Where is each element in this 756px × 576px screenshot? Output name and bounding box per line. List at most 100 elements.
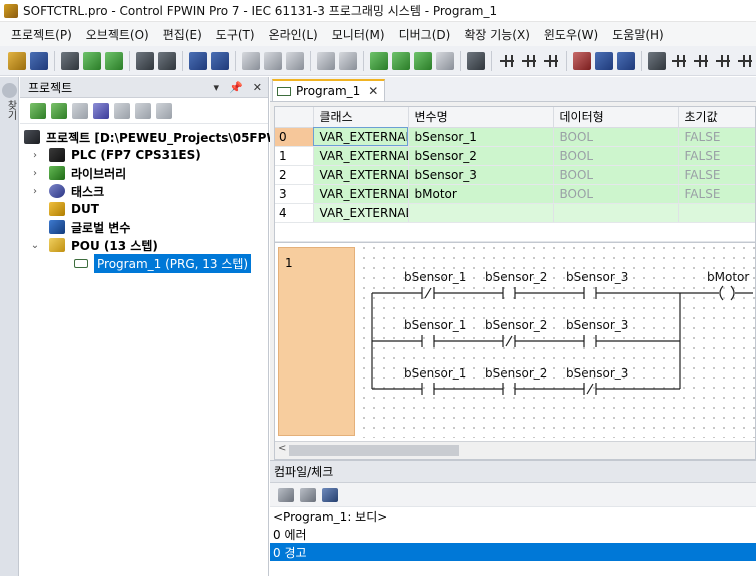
cell-datatype[interactable]: BOOL [553,146,679,166]
debug-icon[interactable] [467,51,485,70]
ladder-horizontal-scrollbar[interactable]: < [275,441,755,459]
cut-icon[interactable] [242,51,260,70]
tree-item-dut[interactable]: DUT [20,200,268,218]
contact-label[interactable]: bSensor_1 [404,318,466,332]
cell-name[interactable] [408,203,554,223]
tree-item-program-1[interactable]: Program_1 (PRG, 13 스텝) [20,253,268,273]
menu-window[interactable]: 윈도우(W) [537,26,605,43]
build-icon[interactable] [83,51,101,70]
cell-class[interactable]: VAR_EXTERNAL [313,184,409,204]
paste-icon[interactable] [286,51,304,70]
compile-icon[interactable] [61,51,79,70]
undo-icon[interactable] [317,51,335,70]
pin-icon[interactable] [2,83,17,98]
contact-label[interactable]: bSensor_1 [404,270,466,284]
open-folder-icon[interactable] [8,51,26,70]
cell-name[interactable]: bMotor [408,184,554,204]
cell-initial[interactable]: FALSE [678,184,755,204]
online-icon[interactable] [370,51,388,70]
cell-class[interactable]: VAR_EXTERNAL [313,165,409,185]
print-preview-icon[interactable] [136,51,154,70]
previous-message-icon[interactable] [278,487,294,502]
pencil-icon[interactable] [648,51,666,70]
row-number[interactable]: 0 [275,127,314,147]
scrollbar-thumb[interactable] [289,445,459,456]
tree-item-library[interactable]: › 라이브러리 [20,164,268,182]
menu-help[interactable]: 도움말(H) [605,26,671,43]
redo-icon[interactable] [339,51,357,70]
contact-nc-slash[interactable] [424,287,432,299]
grid-icon[interactable] [436,51,454,70]
cell-datatype[interactable]: BOOL [553,184,679,204]
menu-debug[interactable]: 디버그(D) [392,26,458,43]
row-number[interactable]: 1 [275,146,314,166]
grid-header-class[interactable]: 클래스 [313,107,409,128]
cell-name[interactable]: bSensor_3 [408,165,554,185]
cell-initial[interactable]: FALSE [678,127,755,147]
contact-nc-slash[interactable] [505,335,513,347]
chevron-right-icon[interactable]: › [29,150,41,161]
cell-initial[interactable] [678,203,755,223]
menu-extensions[interactable]: 확장 기능(X) [457,26,537,43]
grid-header-datatype[interactable]: 데이터형 [553,107,679,128]
coil-label[interactable]: bMotor [707,270,749,284]
window-layout-icon[interactable] [595,51,613,70]
panel-dropdown-icon[interactable]: ▾ [214,81,220,94]
table-row[interactable]: 4 VAR_EXTERNAL [275,203,755,223]
print-icon[interactable] [158,51,176,70]
replace-icon[interactable] [211,51,229,70]
coil-set-icon[interactable] [736,52,754,70]
screen-icon[interactable] [617,51,635,70]
contact-label[interactable]: bSensor_2 [485,318,547,332]
copy-icon[interactable] [264,51,282,70]
coil-icon[interactable] [714,52,732,70]
contact-label[interactable]: bSensor_1 [404,366,466,380]
contact-label[interactable]: bSensor_2 [485,366,547,380]
download-icon[interactable] [414,51,432,70]
tree-item-task[interactable]: › 태스크 [20,182,268,200]
contact-label[interactable]: bSensor_2 [485,270,547,284]
ladder-diagram[interactable]: bSensor_1 bSensor_2 bSensor_3 bSensor_1 bSen… [275,243,755,438]
row-number[interactable]: 4 [275,203,314,223]
tree-item-pou[interactable]: ⌄ POU (13 스텝) [20,236,268,254]
chevron-right-icon[interactable]: › [29,186,41,197]
compile-message-warnings[interactable]: 0 경고 [270,543,756,561]
find-side-tab[interactable]: 찾기 [3,100,18,120]
add-library-icon[interactable] [51,102,67,119]
options-icon[interactable] [573,51,591,70]
compile-all-icon[interactable] [93,102,109,119]
tree-item-plc[interactable]: › PLC (FP7 CPS31ES) [20,146,268,164]
cell-initial[interactable]: FALSE [678,146,755,166]
add-object-icon[interactable] [30,102,46,119]
cell-class[interactable]: VAR_EXTERNAL [313,203,409,223]
row-number[interactable]: 2 [275,165,314,185]
chevron-right-icon[interactable]: › [29,168,41,179]
contact-nc-icon[interactable] [692,52,710,70]
rebuild-icon[interactable] [105,51,123,70]
table-row[interactable]: 0 VAR_EXTERNAL bSensor_1 BOOL FALSE [275,127,755,147]
cell-datatype[interactable]: BOOL [553,127,679,147]
row-number[interactable]: 3 [275,184,314,204]
compile-message-errors[interactable]: 0 에러 [270,525,756,543]
save-icon[interactable] [30,51,48,70]
cell-name[interactable]: bSensor_2 [408,146,554,166]
close-icon[interactable]: ✕ [368,84,378,98]
menu-project[interactable]: 프로젝트(P) [4,26,79,43]
grid-header-name[interactable]: 변수명 [408,107,554,128]
cell-datatype[interactable] [553,203,679,223]
cell-class[interactable]: VAR_EXTERNAL [313,146,409,166]
coil-left-arc[interactable] [719,285,724,301]
tree-item-global-vars[interactable]: 글로벌 변수 [20,218,268,236]
find-icon[interactable] [189,51,207,70]
table-row[interactable]: 1 VAR_EXTERNAL bSensor_2 BOOL FALSE [275,146,755,166]
chevron-down-icon[interactable]: ⌄ [29,240,41,251]
contact-no-icon[interactable] [670,52,688,70]
menu-edit[interactable]: 편집(E) [156,26,209,43]
tab-program-1[interactable]: Program_1 ✕ [272,79,386,101]
cell-class[interactable]: VAR_EXTERNAL [313,127,409,147]
tree-item-project[interactable]: 프로젝트 [D:\PEWEU_Projects\05FPWIN [20,128,294,146]
panel-pin-icon[interactable]: 📌 [229,81,243,94]
menu-online[interactable]: 온라인(L) [262,26,325,43]
table-row[interactable]: 2 VAR_EXTERNAL bSensor_3 BOOL FALSE [275,165,755,185]
check-icon[interactable] [135,102,151,119]
